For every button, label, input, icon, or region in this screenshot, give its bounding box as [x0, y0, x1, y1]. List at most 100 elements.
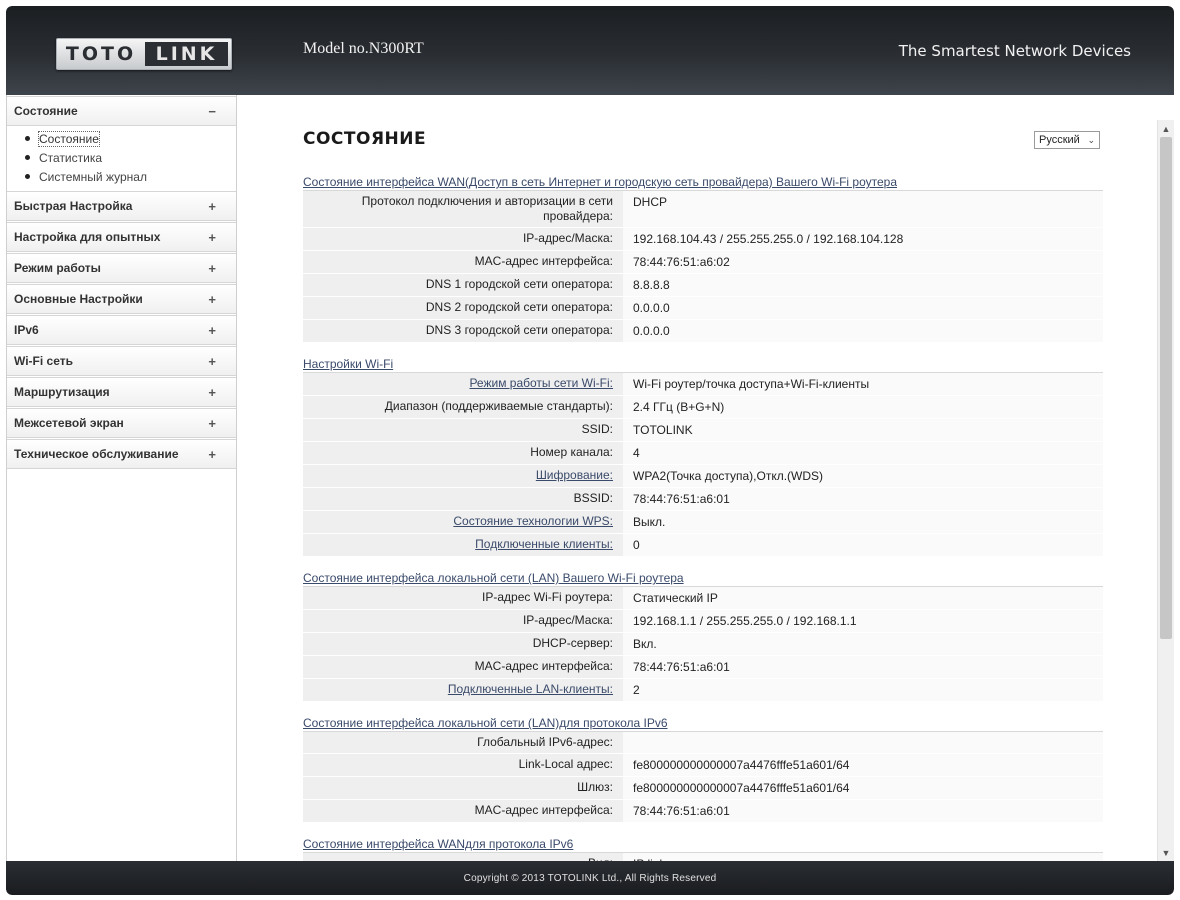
expand-icon[interactable]: + — [208, 354, 216, 369]
menu-groups: Состояние − Состояние Статистика Системный ж… — [7, 96, 236, 469]
submenu: Состояние Статистика Системный журнал — [7, 126, 236, 190]
status-row: Номер канала: 4 — [303, 442, 1103, 465]
menu-group: Быстрая Настройка + — [7, 191, 236, 221]
collapse-icon[interactable]: − — [208, 104, 216, 119]
submenu-item-label[interactable]: Системный журнал — [39, 170, 147, 184]
language-select[interactable]: Русский ⌄ — [1034, 131, 1100, 149]
menu-group-header[interactable]: Режим работы + — [7, 253, 236, 283]
status-label-link[interactable]: Шифрование: — [303, 465, 623, 487]
status-row: IP-адрес Wi-Fi роутера: Статический IP — [303, 587, 1103, 610]
logo-text-right: LINK — [145, 42, 228, 66]
section-title-link[interactable]: Состояние интерфейса WANдля протокола IP… — [303, 837, 1103, 853]
submenu-item-label[interactable]: Состояние — [38, 130, 100, 147]
status-row: Протокол подключения и авторизации в сет… — [303, 191, 1103, 228]
status-value: DHCP — [623, 191, 1103, 227]
menu-group-header[interactable]: IPv6 + — [7, 315, 236, 345]
chevron-down-icon: ⌄ — [1087, 134, 1095, 145]
status-value: 0.0.0.0 — [623, 297, 1103, 319]
expand-icon[interactable]: + — [208, 323, 216, 338]
section-title-link[interactable]: Состояние интерфейса локальной сети (LAN… — [303, 571, 1103, 587]
menu-group-header[interactable]: Настройка для опытных + — [7, 222, 236, 252]
menu-group-label: Техническое обслуживание — [14, 447, 179, 461]
status-label-link[interactable]: Режим работы сети Wi-Fi: — [303, 373, 623, 395]
status-label: Вид: — [303, 853, 623, 861]
menu-group-label: Маршрутизация — [14, 385, 110, 399]
submenu-item-label[interactable]: Статистика — [39, 151, 102, 165]
status-label-link[interactable]: Подключенные клиенты: — [303, 534, 623, 556]
scrollbar-thumb[interactable] — [1160, 137, 1172, 639]
status-label-link[interactable]: Подключенные LAN-клиенты: — [303, 679, 623, 701]
status-row: DNS 1 городской сети оператора: 8.8.8.8 — [303, 274, 1103, 297]
menu-group-header[interactable]: Маршрутизация + — [7, 377, 236, 407]
submenu-item[interactable]: Системный журнал — [25, 167, 236, 186]
expand-icon[interactable]: + — [208, 385, 216, 400]
status-value: 78:44:76:51:a6:01 — [623, 656, 1103, 678]
menu-group: Основные Настройки + — [7, 284, 236, 314]
status-label-link[interactable]: Состояние технологии WPS: — [303, 511, 623, 533]
status-section: Состояние интерфейса локальной сети (LAN… — [303, 716, 1103, 823]
bullet-icon — [25, 174, 30, 179]
router-admin-window: TOTO LINK Model no.N300RT The Smartest N… — [6, 6, 1174, 895]
submenu-item[interactable]: Статистика — [25, 148, 236, 167]
status-row: Подключенные клиенты: 0 — [303, 534, 1103, 557]
status-section: Состояние интерфейса WANдля протокола IP… — [303, 837, 1103, 861]
status-value: fe800000000000007a4476fffe51a601/64 — [623, 754, 1103, 776]
menu-group-label: Межсетевой экран — [14, 416, 124, 430]
status-value: WPA2(Точка доступа),Откл.(WDS) — [623, 465, 1103, 487]
section-title-link[interactable]: Состояние интерфейса локальной сети (LAN… — [303, 716, 1103, 732]
section-title-link[interactable]: Состояние интерфейса WAN(Доступ в сеть И… — [303, 175, 1103, 191]
expand-icon[interactable]: + — [208, 447, 216, 462]
slogan: The Smartest Network Devices — [898, 42, 1131, 60]
menu-group-header[interactable]: Состояние − — [7, 96, 236, 126]
expand-icon[interactable]: + — [208, 261, 216, 276]
status-label: DHCP-сервер: — [303, 633, 623, 655]
menu-group-label: Основные Настройки — [14, 292, 143, 306]
menu-group-header[interactable]: Быстрая Настройка + — [7, 191, 236, 221]
status-row: MAC-адрес интерфейса: 78:44:76:51:a6:01 — [303, 656, 1103, 679]
status-value: 2 — [623, 679, 1103, 701]
menu-group-header[interactable]: Техническое обслуживание + — [7, 439, 236, 469]
expand-icon[interactable]: + — [208, 199, 216, 214]
status-row: Шлюз: fe800000000000007a4476fffe51a601/64 — [303, 777, 1103, 800]
status-value: Wi-Fi роутер/точка доступа+Wi-Fi-клиенты — [623, 373, 1103, 395]
status-row: MAC-адрес интерфейса: 78:44:76:51:a6:02 — [303, 251, 1103, 274]
status-section: Состояние интерфейса локальной сети (LAN… — [303, 571, 1103, 702]
scroll-down-arrow-icon[interactable]: ▼ — [1158, 844, 1174, 861]
status-row: Состояние технологии WPS: Выкл. — [303, 511, 1103, 534]
copyright-text: Copyright © 2013 TOTOLINK Ltd., All Righ… — [463, 872, 717, 884]
status-label: Шлюз: — [303, 777, 623, 799]
status-value: 0.0.0.0 — [623, 320, 1103, 342]
status-label: IP-адрес/Маска: — [303, 228, 623, 250]
totolink-logo[interactable]: TOTO LINK — [56, 38, 232, 70]
status-tables: Состояние интерфейса WAN(Доступ в сеть И… — [303, 175, 1103, 861]
status-value: 0 — [623, 534, 1103, 556]
section-title-link[interactable]: Настройки Wi-Fi — [303, 357, 1103, 373]
expand-icon[interactable]: + — [208, 416, 216, 431]
status-label: Номер канала: — [303, 442, 623, 464]
status-label: DNS 3 городской сети оператора: — [303, 320, 623, 342]
submenu-item[interactable]: Состояние — [25, 129, 236, 148]
status-row: Подключенные LAN-клиенты: 2 — [303, 679, 1103, 702]
main-content: СОСТОЯНИЕ Русский ⌄ Состояние интерфейса… — [237, 95, 1174, 861]
status-section: Настройки Wi-Fi Режим работы сети Wi-Fi: W… — [303, 357, 1103, 557]
menu-group-label: Настройка для опытных — [14, 230, 161, 244]
scroll-up-arrow-icon[interactable]: ▲ — [1158, 120, 1174, 137]
menu-group-label: Wi-Fi сеть — [14, 354, 73, 368]
status-row: IP-адрес/Маска: 192.168.1.1 / 255.255.255… — [303, 610, 1103, 633]
menu-group: IPv6 + — [7, 315, 236, 345]
status-row: Link-Local адрес: fe800000000000007a4476f… — [303, 754, 1103, 777]
sidebar-menu: Состояние − Состояние Статистика Системный ж… — [6, 95, 237, 861]
status-value: IP link — [623, 853, 1103, 861]
status-value: 192.168.104.43 / 255.255.255.0 / 192.168… — [623, 228, 1103, 250]
status-label: IP-адрес/Маска: — [303, 610, 623, 632]
menu-group-header[interactable]: Межсетевой экран + — [7, 408, 236, 438]
status-value: 78:44:76:51:a6:02 — [623, 251, 1103, 273]
menu-group-header[interactable]: Wi-Fi сеть + — [7, 346, 236, 376]
menu-group-header[interactable]: Основные Настройки + — [7, 284, 236, 314]
expand-icon[interactable]: + — [208, 292, 216, 307]
status-value: 8.8.8.8 — [623, 274, 1103, 296]
vertical-scrollbar[interactable]: ▲ ▼ — [1157, 120, 1174, 861]
model-number: Model no.N300RT — [303, 40, 424, 57]
expand-icon[interactable]: + — [208, 230, 216, 245]
status-value: 192.168.1.1 / 255.255.255.0 / 192.168.1.… — [623, 610, 1103, 632]
